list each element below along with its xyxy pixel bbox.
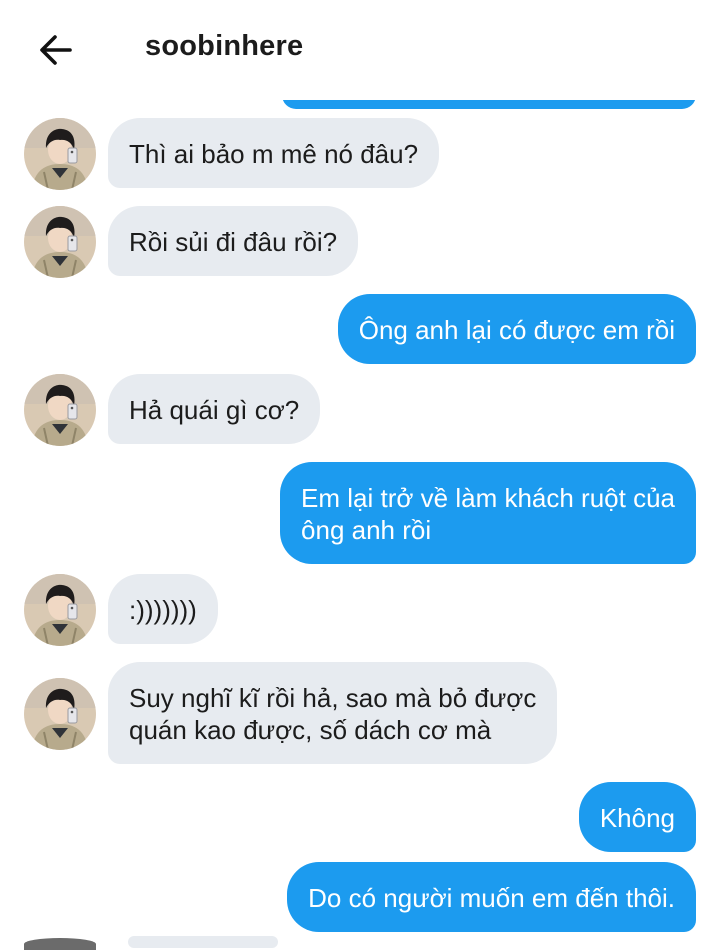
- message-text-line: ông anh rồi: [301, 515, 432, 545]
- contact-name[interactable]: soobinhere: [145, 30, 303, 63]
- message-text-line: :))))))): [129, 595, 197, 625]
- message-text-line: Hả quái gì cơ?: [129, 395, 300, 425]
- incoming-message-bubble-partial[interactable]: [128, 936, 278, 948]
- message-text-line: Thì ai bảo m mê nó đâu?: [129, 139, 419, 169]
- outgoing-message-bubble[interactable]: Do có người muốn em đến thôi.: [287, 862, 696, 932]
- outgoing-message-bubble[interactable]: Không: [578, 782, 696, 852]
- arrow-left-icon: [40, 35, 72, 65]
- message-text-line: Rồi sủi đi đâu rồi?: [129, 227, 338, 257]
- incoming-message-bubble[interactable]: Hả quái gì cơ?: [108, 374, 321, 444]
- message-text-line: Em lại trở về làm khách ruột của: [301, 483, 675, 513]
- contact-avatar[interactable]: [24, 678, 96, 750]
- back-button[interactable]: [34, 28, 78, 72]
- message-text-line: Do có người muốn em đến thôi.: [308, 883, 675, 913]
- message-text-line: quán kao được, số dách cơ mà: [129, 715, 492, 745]
- contact-avatar[interactable]: [24, 574, 96, 646]
- incoming-message-bubble[interactable]: Thì ai bảo m mê nó đâu?: [108, 118, 440, 188]
- incoming-message-bubble[interactable]: Rồi sủi đi đâu rồi?: [108, 206, 359, 276]
- incoming-message-bubble[interactable]: Suy nghĩ kĩ rồi hả, sao mà bỏ được quán k…: [108, 662, 558, 764]
- message-text-line: Ông anh lại có được em rồi: [358, 315, 675, 345]
- contact-avatar[interactable]: [24, 118, 96, 190]
- message-text-line: Không: [599, 803, 675, 833]
- message-text-line: Suy nghĩ kĩ rồi hả, sao mà bỏ được: [129, 683, 537, 713]
- outgoing-message-bubble[interactable]: Em lại trở về làm khách ruột của ông anh …: [280, 462, 696, 564]
- contact-avatar[interactable]: [24, 374, 96, 446]
- contact-avatar[interactable]: [24, 206, 96, 278]
- avatar-partial: [24, 938, 96, 950]
- incoming-message-bubble[interactable]: :))))))): [108, 574, 218, 644]
- outgoing-message-bubble[interactable]: Ông anh lại có được em rồi: [337, 294, 696, 364]
- chat-header: soobinhere: [0, 0, 720, 100]
